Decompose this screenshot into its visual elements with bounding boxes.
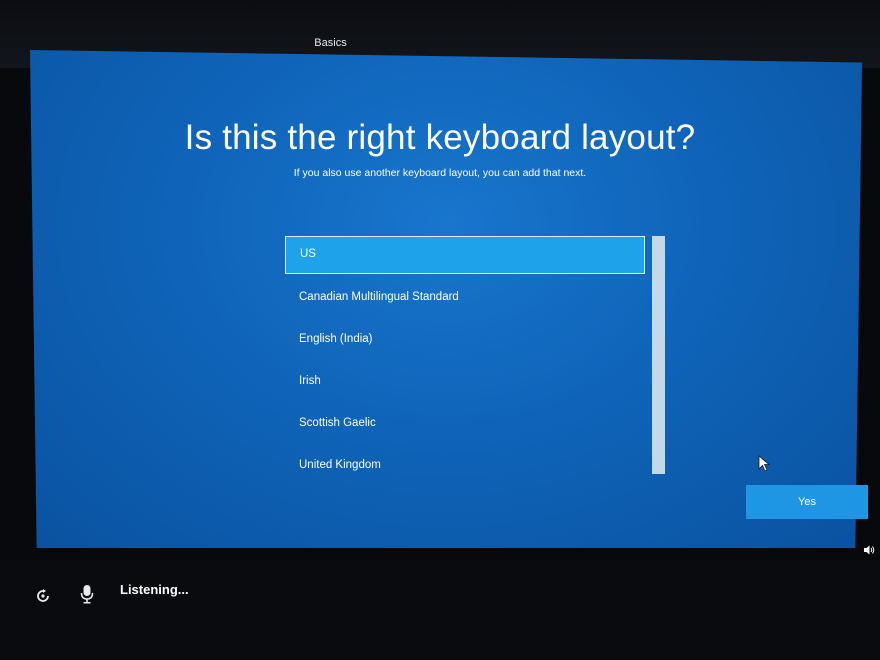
yes-button[interactable]: Yes [746,485,868,519]
mouse-cursor-icon [758,455,771,472]
volume-icon[interactable] [863,544,875,556]
layout-item-us[interactable]: US [285,236,645,274]
ease-of-access-icon[interactable] [35,588,51,604]
layout-item-canadian-multilingual[interactable]: Canadian Multilingual Standard [285,278,645,316]
microphone-icon[interactable] [80,584,94,604]
layout-item-united-kingdom[interactable]: United Kingdom [285,446,645,484]
layout-item-irish[interactable]: Irish [285,362,645,400]
page-title: Is this the right keyboard layout? [184,118,696,157]
layout-item-scottish-gaelic[interactable]: Scottish Gaelic [285,404,645,442]
bottom-bar [0,560,880,660]
page-subtitle: If you also use another keyboard layout,… [293,167,587,179]
list-scrollbar[interactable] [652,236,665,474]
tab-basics-label: Basics [314,37,347,49]
keyboard-layout-list[interactable]: US Canadian Multilingual Standard Englis… [285,236,657,474]
listening-status: Listening... [120,582,189,597]
layout-item-english-india[interactable]: English (India) [285,320,645,358]
